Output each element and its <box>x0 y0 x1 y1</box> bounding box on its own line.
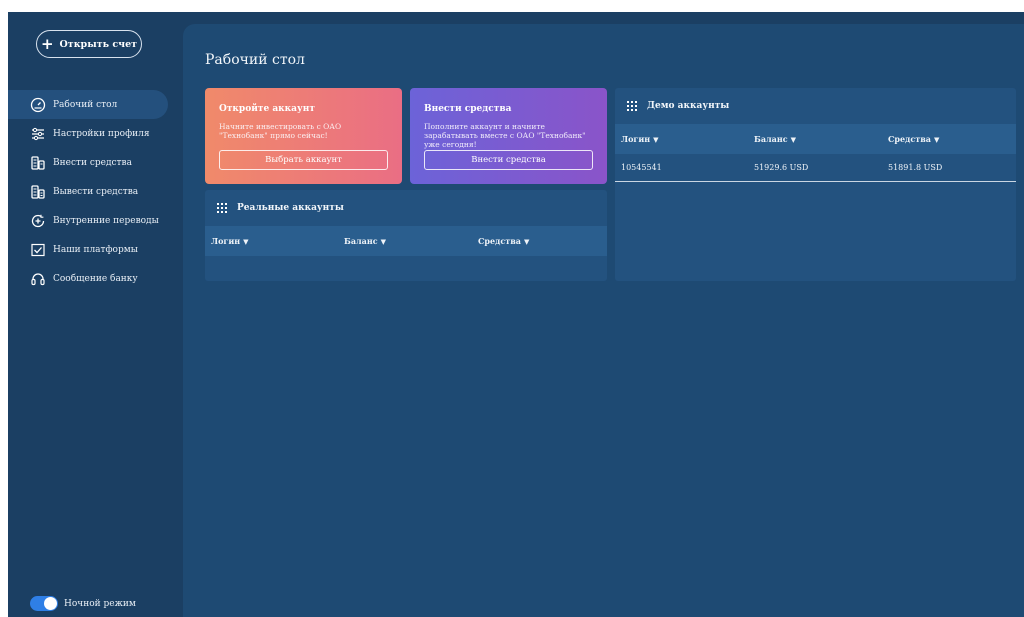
sidebar-item-label: Вывести средства <box>53 186 139 197</box>
cell-funds: 51891.8 USD <box>888 163 943 172</box>
caret-down-icon: ▼ <box>243 237 249 246</box>
card-title: Откройте аккаунт <box>219 104 315 114</box>
coins-in-icon <box>30 155 46 171</box>
transfer-plus-icon <box>30 213 46 229</box>
sidebar-nav: Рабочий стол Настройки профиля Внести ср… <box>8 90 183 293</box>
sidebar-item-platforms[interactable]: Наши платформы <box>8 235 183 264</box>
card-title: Внести средства <box>424 104 512 114</box>
sidebar-item-label: Рабочий стол <box>53 99 118 110</box>
sidebar-item-label: Внести средства <box>53 157 132 168</box>
main-content: Рабочий стол Откройте аккаунт Начните ин… <box>183 24 1024 617</box>
column-funds[interactable]: Средства ▼ <box>882 134 1016 144</box>
dashboard-gauge-icon <box>30 97 46 113</box>
sidebar-item-dashboard[interactable]: Рабочий стол <box>8 90 168 119</box>
open-account-button[interactable]: + Открыть счет <box>36 30 142 58</box>
card-text: Пополните аккаунт и начните зарабатывать… <box>424 122 586 149</box>
sidebar: + Открыть счет Рабочий стол Настройки пр… <box>8 12 183 617</box>
cell-login: 10545541 <box>621 163 662 172</box>
app-frame: + Открыть счет Рабочий стол Настройки пр… <box>8 12 1024 617</box>
grid-icon <box>217 203 227 213</box>
headset-icon <box>30 271 46 287</box>
page-title: Рабочий стол <box>205 52 305 68</box>
sidebar-item-message-bank[interactable]: Сообщение банку <box>8 264 183 293</box>
deposit-card: Внести средства Пополните аккаунт и начн… <box>410 88 607 184</box>
panel-title: Демо аккаунты <box>647 101 730 111</box>
cell-balance: 51929.6 USD <box>754 163 809 172</box>
caret-down-icon: ▼ <box>790 135 796 144</box>
card-text: Начните инвестировать с ОАО "Технобанк" … <box>219 122 342 140</box>
night-mode-label: Ночной режим <box>64 598 136 609</box>
grid-icon <box>627 101 637 111</box>
sidebar-item-label: Сообщение банку <box>53 273 138 284</box>
column-balance[interactable]: Баланс ▼ <box>748 134 882 144</box>
table-header: Логин ▼ Баланс ▼ Средства ▼ <box>615 124 1016 154</box>
checkbox-icon <box>30 242 46 258</box>
coins-out-icon <box>30 184 46 200</box>
toggle-knob <box>44 597 57 610</box>
open-account-card: Откройте аккаунт Начните инвестировать с… <box>205 88 402 184</box>
real-accounts-panel: Реальные аккаунты Логин ▼ Баланс ▼ Средств… <box>205 190 607 281</box>
sidebar-item-profile-settings[interactable]: Настройки профиля <box>8 119 183 148</box>
deposit-funds-button[interactable]: Внести средства <box>424 150 593 170</box>
panel-header: Реальные аккаунты <box>205 190 607 226</box>
sidebar-item-internal-transfers[interactable]: Внутренние переводы <box>8 206 183 235</box>
panel-title: Реальные аккаунты <box>237 203 344 213</box>
sliders-icon <box>30 126 46 142</box>
column-login[interactable]: Логин ▼ <box>205 236 338 246</box>
sidebar-item-withdraw[interactable]: Вывести средства <box>8 177 183 206</box>
column-login[interactable]: Логин ▼ <box>615 134 748 144</box>
plus-icon: + <box>40 34 54 53</box>
sidebar-item-label: Наши платформы <box>53 244 138 255</box>
panel-header: Демо аккаунты <box>615 88 1016 124</box>
column-funds[interactable]: Средства ▼ <box>472 236 607 246</box>
night-mode: Ночной режим <box>30 596 136 611</box>
table-row[interactable]: 10545541 51929.6 USD 51891.8 USD <box>615 154 1016 182</box>
caret-down-icon: ▼ <box>933 135 940 144</box>
sidebar-item-deposit[interactable]: Внести средства <box>8 148 183 177</box>
table-header: Логин ▼ Баланс ▼ Средства ▼ <box>205 226 607 256</box>
sidebar-item-label: Внутренние переводы <box>53 215 159 226</box>
demo-accounts-panel: Демо аккаунты Логин ▼ Баланс ▼ Средства ▼ 1… <box>615 88 1016 281</box>
column-balance[interactable]: Баланс ▼ <box>338 236 472 246</box>
caret-down-icon: ▼ <box>380 237 386 246</box>
sidebar-item-label: Настройки профиля <box>53 128 150 139</box>
caret-down-icon: ▼ <box>653 135 659 144</box>
open-account-label: Открыть счет <box>59 38 138 50</box>
choose-account-button[interactable]: Выбрать аккаунт <box>219 150 388 170</box>
night-mode-toggle[interactable] <box>30 596 58 611</box>
caret-down-icon: ▼ <box>523 237 530 246</box>
